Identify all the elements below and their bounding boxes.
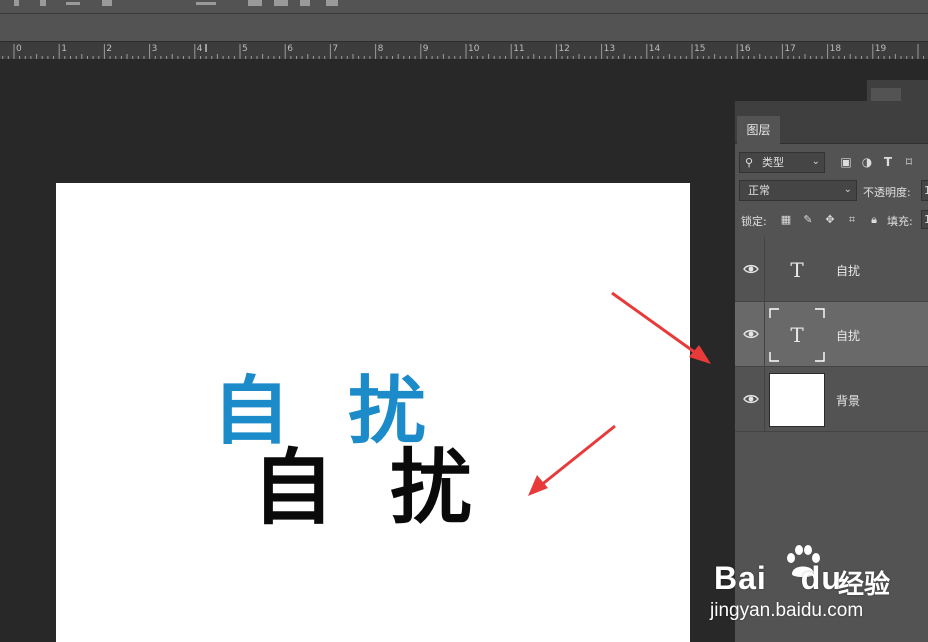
watermark-brand: Bai du <box>714 560 842 596</box>
watermark-cn: 经验 <box>838 570 891 600</box>
arrow-to-black-text <box>528 424 616 496</box>
watermark-url: jingyan.baidu.com <box>710 600 864 621</box>
arrow-to-layers-panel <box>611 291 711 364</box>
baidu-jingyan-watermark: Bai du 经验 jingyan.baidu.com <box>710 544 928 642</box>
